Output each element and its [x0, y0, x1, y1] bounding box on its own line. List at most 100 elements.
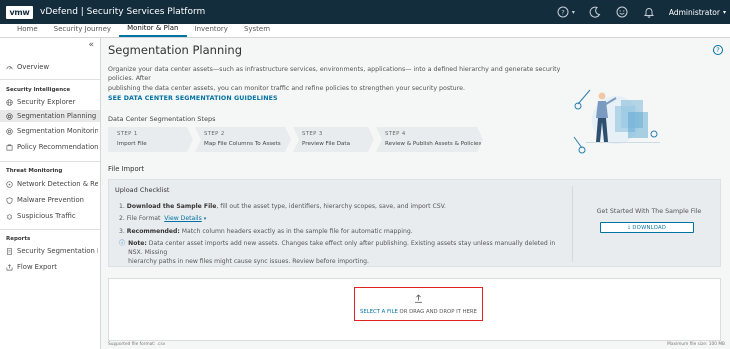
target-icon [6, 127, 13, 135]
item-number: 2. [119, 215, 125, 222]
item-text: File Format [126, 215, 161, 222]
drop-text: SELECT A FILE OR DRAG AND DROP IT HERE [360, 309, 477, 315]
sidebar-item-network-detection[interactable]: Network Detection & Res... [6, 180, 98, 188]
help-caret-icon[interactable]: ▾ [572, 9, 575, 16]
sidebar-divider [0, 229, 100, 230]
download-label: DOWNLOAD [632, 224, 667, 231]
note-line-1: Data center asset imports add new assets… [128, 240, 556, 256]
steps-title: Data Center Segmentation Steps [108, 115, 216, 123]
guidelines-link[interactable]: SEE DATA CENTER SEGMENTATION GUIDELINES [108, 95, 278, 102]
checklist-item-1: 1. Download the Sample File, fill out th… [119, 202, 565, 211]
info-icon: ⓘ [119, 240, 126, 247]
smiley-icon[interactable] [615, 5, 629, 19]
user-name: Administrator [668, 7, 720, 17]
sidebar-item-policy-recommendations[interactable]: Policy Recommendations [6, 143, 98, 151]
item-text: Match column headers exactly as in the s… [179, 228, 413, 235]
user-menu[interactable]: Administrator ▾ [669, 8, 726, 17]
steps-wizard: STEP 1 Import File STEP 2 Map File Colum… [108, 127, 485, 152]
step-label: Review & Publish Assets & Policies [385, 141, 482, 147]
upload-icon [414, 293, 423, 306]
sidebar-item-label: Security Explorer [17, 98, 76, 106]
checklist-title: Upload Checklist [115, 186, 170, 194]
sidebar-section-threat-monitoring: Threat Monitoring [6, 168, 63, 174]
intro-line-1: Organize your data center assets—such as… [108, 66, 561, 83]
tab-monitor-plan[interactable]: Monitor & Plan [119, 23, 187, 37]
gauge-icon [6, 65, 13, 69]
collapse-sidebar-button[interactable]: « [88, 40, 94, 50]
sidebar-section-security-intelligence: Security Intelligence [6, 87, 71, 93]
bug-icon [6, 213, 13, 220]
chevron-down-icon: ▾ [722, 8, 726, 16]
file-import-title: File Import [108, 165, 145, 173]
header-actions: ? ▾ Administrator ▾ [556, 0, 726, 24]
file-drop-zone[interactable]: SELECT A FILE OR DRAG AND DROP IT HERE [108, 278, 721, 341]
step-1: STEP 1 Import File [108, 127, 193, 152]
main-nav-tabs: Home Security Journey Monitor & Plan Inv… [0, 24, 730, 38]
sidebar-item-security-explorer[interactable]: Security Explorer [6, 98, 98, 106]
item-bold: Download the Sample File [126, 203, 217, 210]
globe-icon [6, 98, 13, 106]
tab-system[interactable]: System [236, 23, 278, 37]
step-number: STEP 2 [204, 131, 225, 137]
help-icon[interactable]: ? [713, 45, 723, 55]
page-title: Segmentation Planning [108, 43, 243, 57]
vertical-divider [572, 186, 573, 262]
sidebar-item-label: Malware Prevention [17, 196, 84, 204]
note-bold: Note: [128, 240, 147, 247]
step-label: Import File [117, 141, 147, 147]
sidebar-item-label: Flow Export [17, 263, 57, 271]
intro-line-2: publishing the data center assets, you c… [108, 84, 465, 92]
sidebar-item-malware-prevention[interactable]: Malware Prevention [6, 196, 98, 204]
intro-text: Organize your data center assets—such as… [108, 65, 563, 93]
sidebar-item-segmentation-planning[interactable]: Segmentation Planning [0, 110, 100, 122]
sidebar-item-segmentation-monitoring[interactable]: Segmentation Monitoring [6, 127, 98, 135]
tab-security-journey[interactable]: Security Journey [46, 23, 119, 37]
download-sample-button[interactable]: ⤓ DOWNLOAD [600, 222, 694, 233]
sidebar-item-label: Security Segmentation R... [17, 247, 98, 255]
drop-instruction: OR DRAG AND DROP IT HERE [397, 308, 477, 315]
view-details-link[interactable]: View Details [164, 215, 202, 222]
sidebar-item-flow-export[interactable]: Flow Export [6, 263, 98, 271]
step-label: Map File Columns To Assets [204, 141, 281, 147]
step-label: Preview File Data [302, 141, 351, 147]
tab-home[interactable]: Home [9, 23, 46, 37]
sidebar-divider [0, 79, 100, 80]
help-circle-icon[interactable]: ? [556, 5, 570, 19]
step-number: STEP 4 [385, 131, 406, 137]
shield-icon [6, 196, 13, 204]
report-icon [6, 247, 13, 255]
sidebar-item-label: Network Detection & Res... [17, 180, 98, 188]
segmentation-illustration [573, 89, 660, 154]
step-2: STEP 2 Map File Columns To Assets [195, 127, 291, 152]
tab-inventory[interactable]: Inventory [187, 23, 236, 37]
item-bold: Recommended: [126, 228, 180, 235]
app-title: vDefend | Security Services Platform [40, 7, 206, 17]
policy-icon [6, 144, 13, 150]
file-drop-target[interactable]: SELECT A FILE OR DRAG AND DROP IT HERE [354, 287, 483, 321]
target-icon [6, 112, 13, 120]
moon-icon[interactable] [588, 5, 602, 19]
sidebar-item-suspicious-traffic[interactable]: Suspicious Traffic [6, 212, 98, 220]
vmw-logo: vmw [6, 5, 33, 19]
step-4: STEP 4 Review & Publish Assets & Policie… [376, 127, 483, 152]
checklist-note: ⓘ Note: Data center asset imports add ne… [119, 239, 565, 266]
checklist-item-2: 2. File Format View Details ▾ [119, 214, 565, 224]
sidebar-item-label: Segmentation Monitoring [17, 127, 98, 135]
sidebar-section-reports: Reports [6, 236, 31, 242]
sidebar-item-label: Suspicious Traffic [17, 212, 76, 220]
checklist-item-3: 3. Recommended: Match column headers exa… [119, 227, 565, 236]
chevron-down-icon[interactable]: ▾ [204, 216, 207, 222]
sample-file-title: Get Started With The Sample File [596, 208, 702, 215]
sidebar: « Overview Security Intelligence Securit… [0, 38, 101, 349]
export-icon [6, 263, 13, 270]
download-icon: ⤓ [627, 224, 631, 230]
network-icon [6, 180, 13, 188]
supported-format-text: Supported file format: .csv [108, 342, 166, 347]
bell-icon[interactable] [642, 5, 656, 19]
checklist-content: Upload Checklist 1. Download the Sample … [115, 186, 565, 266]
sidebar-item-overview[interactable]: Overview [6, 63, 98, 71]
select-file-link[interactable]: SELECT A FILE [360, 309, 398, 315]
sidebar-item-security-segmentation-report[interactable]: Security Segmentation R... [6, 247, 98, 255]
note-line-2: hierarchy paths in new files might cause… [128, 258, 369, 265]
item-text: , fill out the asset type, identifiers, … [216, 203, 446, 210]
